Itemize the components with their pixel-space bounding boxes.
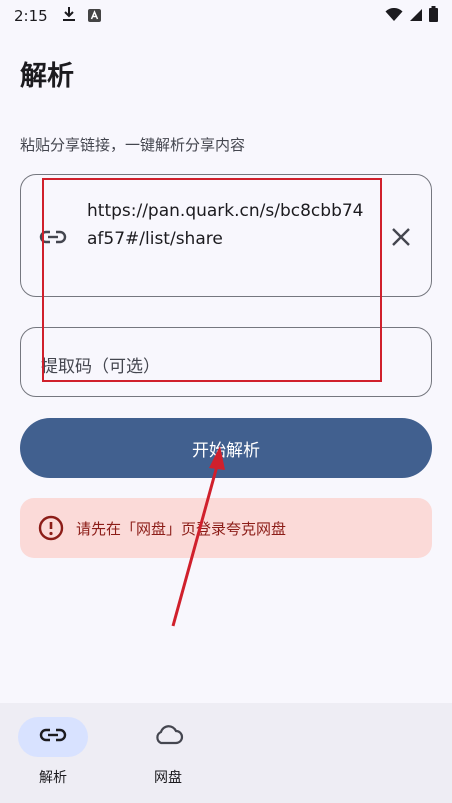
nav-pill-parse bbox=[18, 717, 88, 757]
nav-label-parse: 解析 bbox=[39, 770, 67, 786]
wifi-icon bbox=[385, 7, 403, 26]
link-icon bbox=[39, 225, 67, 253]
hint-text: 粘贴分享链接，一键解析分享内容 bbox=[20, 136, 246, 154]
nav-label-netdisk: 网盘 bbox=[154, 770, 182, 786]
page-title: 解析 bbox=[20, 61, 74, 92]
error-icon bbox=[38, 515, 64, 541]
start-parse-label: 开始解析 bbox=[192, 440, 260, 461]
cloud-icon bbox=[152, 723, 184, 751]
download-icon bbox=[62, 6, 76, 26]
app-notification-icon bbox=[87, 7, 101, 26]
extract-code-placeholder: 提取码（可选） bbox=[41, 357, 160, 377]
share-link-input[interactable]: https://pan.quark.cn/s/bc8cbb74af57#/lis… bbox=[20, 174, 432, 297]
status-time: 2:15 bbox=[14, 7, 48, 25]
signal-icon bbox=[409, 7, 423, 26]
bottom-navigation: 解析 网盘 bbox=[0, 703, 452, 803]
start-parse-button[interactable]: 开始解析 bbox=[20, 418, 432, 478]
clear-icon[interactable] bbox=[387, 223, 415, 251]
battery-icon bbox=[429, 6, 438, 26]
link-icon bbox=[39, 723, 67, 751]
extract-code-input[interactable]: 提取码（可选） bbox=[20, 327, 432, 397]
nav-pill-netdisk bbox=[133, 717, 203, 757]
annotation-arrow bbox=[171, 446, 225, 627]
nav-item-netdisk[interactable]: 网盘 bbox=[133, 717, 203, 787]
alert-text: 请先在「网盘」页登录夸克网盘 bbox=[76, 519, 287, 538]
nav-item-parse[interactable]: 解析 bbox=[18, 717, 88, 787]
status-bar: 2:15 bbox=[0, 0, 452, 32]
login-required-alert: 请先在「网盘」页登录夸克网盘 bbox=[20, 498, 432, 558]
share-link-value[interactable]: https://pan.quark.cn/s/bc8cbb74af57#/lis… bbox=[87, 197, 367, 253]
